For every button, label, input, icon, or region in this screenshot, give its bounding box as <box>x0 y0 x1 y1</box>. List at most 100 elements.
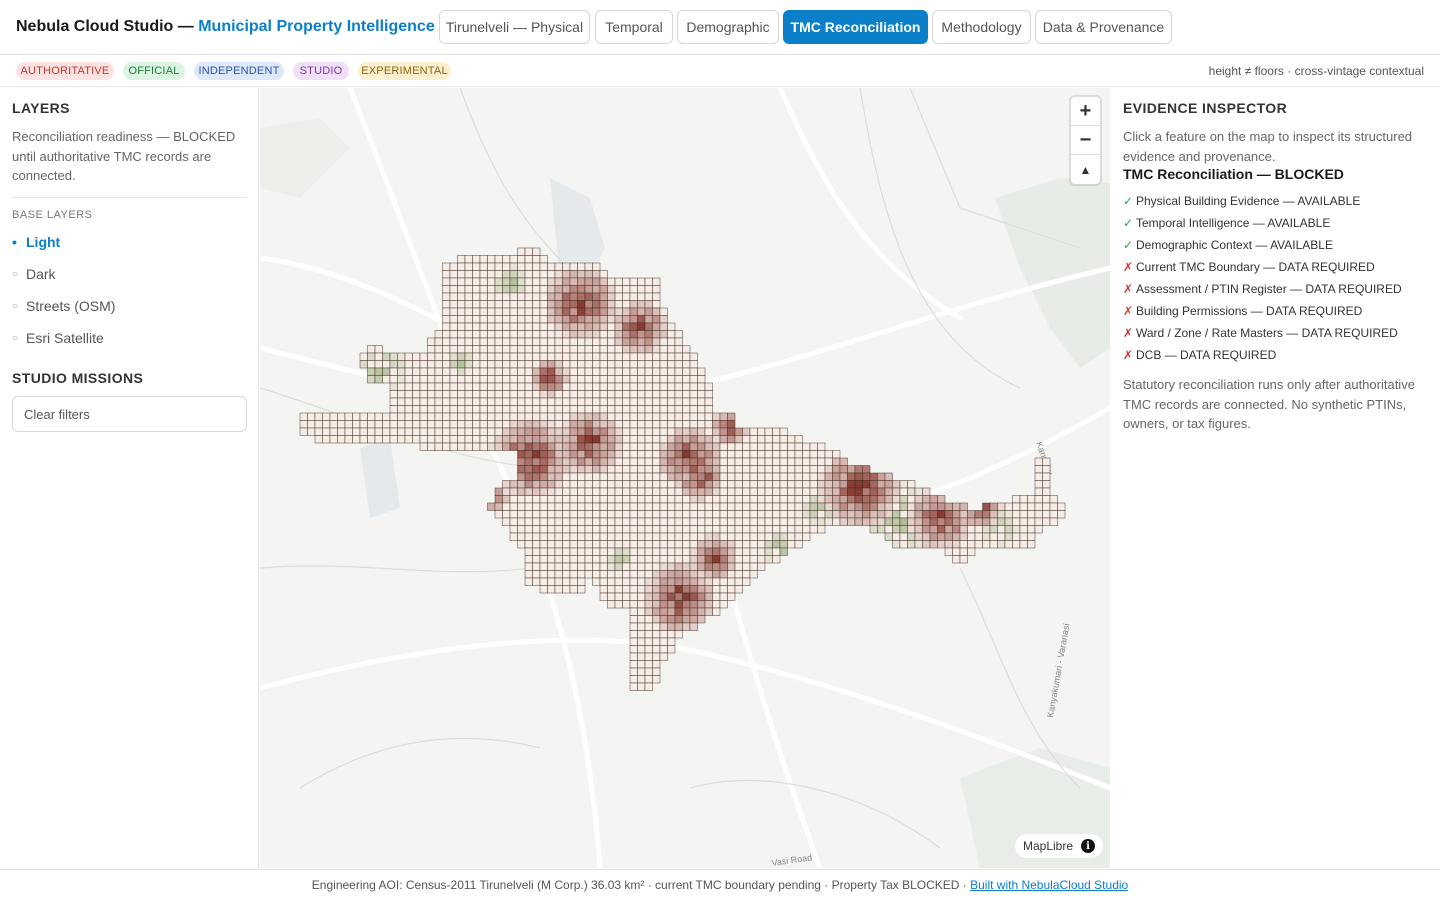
grid-cell[interactable] <box>854 487 863 496</box>
grid-cell[interactable] <box>749 465 758 474</box>
grid-cell[interactable] <box>697 532 706 541</box>
grid-cell[interactable] <box>517 352 526 361</box>
grid-cell[interactable] <box>622 570 631 579</box>
grid-cell[interactable] <box>689 562 698 571</box>
grid-cell[interactable] <box>592 472 601 481</box>
grid-cell[interactable] <box>494 427 503 436</box>
grid-cell[interactable] <box>652 367 661 376</box>
grid-cell[interactable] <box>719 592 728 601</box>
grid-cell[interactable] <box>727 532 736 541</box>
grid-cell[interactable] <box>772 487 781 496</box>
grid-cell[interactable] <box>562 517 571 526</box>
grid-cell[interactable] <box>584 555 593 564</box>
grid-cell[interactable] <box>457 337 466 346</box>
grid-cell[interactable] <box>757 495 766 504</box>
grid-cell[interactable] <box>907 517 916 526</box>
grid-cell[interactable] <box>712 540 721 549</box>
grid-cell[interactable] <box>764 472 773 481</box>
grid-cell[interactable] <box>719 442 728 451</box>
grid-cell[interactable] <box>787 495 796 504</box>
grid-cell[interactable] <box>569 502 578 511</box>
grid-cell[interactable] <box>427 367 436 376</box>
grid-cell[interactable] <box>427 405 436 414</box>
grid-cell[interactable] <box>479 307 488 316</box>
grid-cell[interactable] <box>772 517 781 526</box>
grid-cell[interactable] <box>652 622 661 631</box>
grid-cell[interactable] <box>554 382 563 391</box>
grid-cell[interactable] <box>517 270 526 279</box>
grid-cell[interactable] <box>697 615 706 624</box>
grid-cell[interactable] <box>734 517 743 526</box>
tab-temporal[interactable]: Temporal <box>595 10 673 44</box>
grid-cell[interactable] <box>1012 532 1021 541</box>
grid-cell[interactable] <box>697 600 706 609</box>
grid-cell[interactable] <box>659 367 668 376</box>
grid-cell[interactable] <box>569 375 578 384</box>
grid-cell[interactable] <box>629 487 638 496</box>
grid-cell[interactable] <box>397 412 406 421</box>
grid-cell[interactable] <box>562 465 571 474</box>
grid-cell[interactable] <box>457 315 466 324</box>
grid-cell[interactable] <box>652 645 661 654</box>
grid-cell[interactable] <box>472 322 481 331</box>
grid-cell[interactable] <box>472 360 481 369</box>
grid-cell[interactable] <box>644 547 653 556</box>
grid-cell[interactable] <box>704 412 713 421</box>
grid-cell[interactable] <box>517 450 526 459</box>
grid-cell[interactable] <box>569 382 578 391</box>
grid-cell[interactable] <box>1004 510 1013 519</box>
grid-cell[interactable] <box>742 562 751 571</box>
grid-cell[interactable] <box>449 330 458 339</box>
grid-cell[interactable] <box>397 435 406 444</box>
grid-cell[interactable] <box>667 577 676 586</box>
grid-cell[interactable] <box>599 412 608 421</box>
grid-cell[interactable] <box>554 322 563 331</box>
grid-cell[interactable] <box>847 465 856 474</box>
grid-cell[interactable] <box>592 510 601 519</box>
grid-cell[interactable] <box>712 502 721 511</box>
grid-cell[interactable] <box>982 502 991 511</box>
tab-demographic[interactable]: Demographic <box>677 10 779 44</box>
grid-cell[interactable] <box>794 450 803 459</box>
grid-cell[interactable] <box>659 562 668 571</box>
grid-cell[interactable] <box>487 360 496 369</box>
grid-cell[interactable] <box>524 502 533 511</box>
grid-cell[interactable] <box>787 465 796 474</box>
grid-cell[interactable] <box>727 592 736 601</box>
grid-cell[interactable] <box>689 442 698 451</box>
grid-cell[interactable] <box>367 435 376 444</box>
grid-cell[interactable] <box>652 547 661 556</box>
grid-cell[interactable] <box>907 480 916 489</box>
grid-cell[interactable] <box>794 502 803 511</box>
grid-cell[interactable] <box>607 547 616 556</box>
grid-cell[interactable] <box>569 307 578 316</box>
grid-cell[interactable] <box>659 330 668 339</box>
grid-cell[interactable] <box>584 300 593 309</box>
grid-cell[interactable] <box>997 502 1006 511</box>
grid-cell[interactable] <box>719 465 728 474</box>
grid-cell[interactable] <box>682 435 691 444</box>
grid-cell[interactable] <box>382 367 391 376</box>
grid-cell[interactable] <box>689 622 698 631</box>
grid-cell[interactable] <box>749 510 758 519</box>
grid-cell[interactable] <box>607 315 616 324</box>
grid-cell[interactable] <box>914 540 923 549</box>
grid-cell[interactable] <box>584 465 593 474</box>
grid-cell[interactable] <box>794 465 803 474</box>
grid-cell[interactable] <box>577 337 586 346</box>
grid-cell[interactable] <box>539 555 548 564</box>
grid-cell[interactable] <box>1027 502 1036 511</box>
grid-cell[interactable] <box>727 457 736 466</box>
grid-cell[interactable] <box>427 397 436 406</box>
grid-cell[interactable] <box>652 330 661 339</box>
grid-cell[interactable] <box>914 487 923 496</box>
grid-cell[interactable] <box>652 390 661 399</box>
grid-cell[interactable] <box>832 517 841 526</box>
grid-cell[interactable] <box>667 472 676 481</box>
grid-cell[interactable] <box>652 577 661 586</box>
grid-cell[interactable] <box>449 390 458 399</box>
grid-cell[interactable] <box>322 412 331 421</box>
grid-cell[interactable] <box>629 345 638 354</box>
grid-cell[interactable] <box>479 405 488 414</box>
grid-cell[interactable] <box>629 495 638 504</box>
